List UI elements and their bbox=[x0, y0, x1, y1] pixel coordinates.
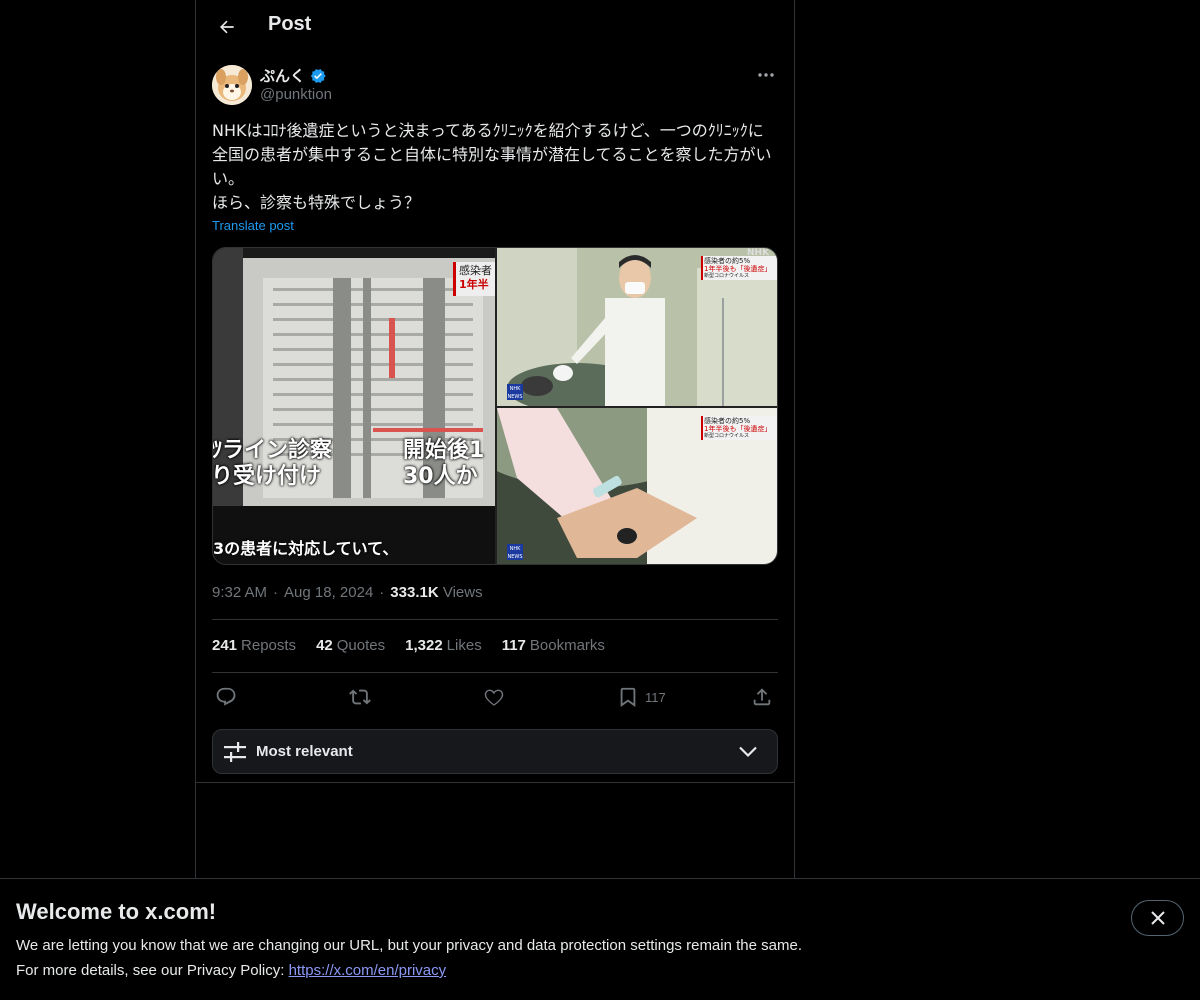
action-bar: 117 bbox=[212, 684, 778, 710]
badge-text: 感染者 bbox=[459, 264, 492, 277]
likes-stat[interactable]: 1,322 Likes bbox=[405, 637, 482, 654]
welcome-banner: Welcome to x.com! We are letting you kno… bbox=[0, 878, 1200, 1000]
media-image-bottom-right[interactable]: 感染者の約5% 1年半後も「後遺症」 新型コロナウイルス NHK NEWS bbox=[467, 388, 777, 564]
quotes-label: Quotes bbox=[336, 637, 386, 654]
badge-text: 新型コロナウイルス bbox=[704, 273, 750, 279]
repost-icon bbox=[349, 689, 371, 705]
heart-icon bbox=[484, 689, 504, 706]
nhk-logo-icon: NHK NEWS bbox=[507, 384, 523, 400]
quotes-stat[interactable]: 42 Quotes bbox=[316, 637, 385, 654]
user-handle[interactable]: @punktion bbox=[260, 86, 332, 103]
reposts-label: Reposts bbox=[241, 637, 297, 654]
arrow-left-icon bbox=[220, 20, 234, 34]
sliders-icon bbox=[224, 742, 246, 762]
caption-line: 30人か bbox=[403, 464, 478, 489]
monitor-image bbox=[213, 248, 495, 564]
more-options-button[interactable] bbox=[754, 65, 778, 85]
name-line: ぷんく bbox=[260, 65, 327, 86]
banner-privacy-prefix: For more details, see our Privacy Policy… bbox=[16, 962, 289, 979]
caption-line: 開始後1 bbox=[403, 438, 485, 463]
badge-text: 1年半 bbox=[459, 278, 489, 291]
privacy-policy-link[interactable]: https://x.com/en/privacy bbox=[289, 962, 447, 979]
reposts-count: 241 bbox=[212, 637, 238, 654]
close-banner-button[interactable] bbox=[1131, 900, 1184, 936]
sort-label: Most relevant bbox=[256, 743, 353, 760]
reply-icon bbox=[216, 687, 236, 706]
header: Post bbox=[196, 0, 794, 53]
likes-label: Likes bbox=[446, 637, 482, 654]
badge-text: 感染者の約5% bbox=[704, 257, 751, 265]
banner-privacy-line: For more details, see our Privacy Policy… bbox=[16, 962, 446, 979]
media-image-left[interactable]: 感染者 1年半 ﾂライン診察 り受け付け 開始後1 30人か 3の患者に対応して… bbox=[212, 248, 495, 564]
news-badge-left: 感染者 1年半 bbox=[459, 264, 492, 292]
verified-badge-icon bbox=[310, 68, 326, 83]
divider bbox=[212, 672, 778, 673]
banner-message: We are letting you know that we are chan… bbox=[16, 937, 802, 954]
avatar[interactable] bbox=[212, 65, 252, 105]
column-bottom-border bbox=[196, 782, 794, 783]
divider bbox=[212, 720, 778, 721]
display-name[interactable]: ぷんく bbox=[260, 65, 305, 86]
nhk-logo-icon: NHK NEWS bbox=[507, 544, 523, 560]
repost-button[interactable] bbox=[349, 684, 371, 710]
share-icon bbox=[753, 688, 771, 706]
post-time[interactable]: 9:32 AM bbox=[212, 584, 267, 601]
page: Post ぷんく @punktion NHKはｺﾛﾅ後遺症というと決まってあるｸ… bbox=[0, 0, 1200, 1000]
author-row: ぷんく @punktion bbox=[212, 65, 778, 107]
quotes-count: 42 bbox=[316, 637, 333, 654]
media-grid: 感染者 1年半 ﾂライン診察 り受け付け 開始後1 30人か 3の患者に対応して… bbox=[212, 247, 778, 565]
reply-button[interactable] bbox=[215, 684, 237, 710]
more-dots-icon bbox=[758, 73, 774, 77]
badge-text: 新型コロナウイルス bbox=[704, 433, 750, 439]
views-label: Views bbox=[442, 584, 483, 601]
post-date[interactable]: Aug 18, 2024 bbox=[284, 584, 373, 601]
caption-left-bottom: 3の患者に対応していて、 bbox=[213, 539, 399, 558]
caption-left-b: 開始後1 30人か bbox=[403, 438, 484, 490]
news-badge-bottom-right: 感染者の約5% 1年半後も「後遺症」 新型コロナウイルス bbox=[704, 417, 771, 439]
like-button[interactable] bbox=[483, 684, 505, 710]
media-image-top-right[interactable]: 感染者の約5% 1年半後も「後遺症」 新型コロナウイルス NHK NHK NEW… bbox=[497, 248, 777, 413]
meta-separator: · bbox=[273, 584, 279, 601]
bookmark-button[interactable]: 117 bbox=[617, 684, 666, 710]
share-button[interactable] bbox=[751, 684, 773, 710]
likes-count: 1,322 bbox=[405, 637, 443, 654]
reposts-stat[interactable]: 241 Reposts bbox=[212, 637, 296, 654]
caption-left-a: ﾂライン診察 り受け付け bbox=[212, 438, 333, 490]
views-count: 333.1K bbox=[390, 584, 439, 601]
post-column: Post ぷんく @punktion NHKはｺﾛﾅ後遺症というと決まってあるｸ… bbox=[195, 0, 795, 1000]
bookmark-icon bbox=[620, 687, 636, 707]
bookmark-count: 117 bbox=[645, 689, 666, 705]
avatar-image bbox=[212, 65, 252, 105]
engagement-stats: 241 Reposts 42 Quotes 1,322 Likes 117 Bookma… bbox=[212, 637, 605, 654]
bookmarks-stat[interactable]: 117 Bookmarks bbox=[502, 637, 605, 654]
post-meta: 9:32 AM · Aug 18, 2024 · 333.1K Views bbox=[212, 584, 483, 601]
caption-line: り受け付け bbox=[212, 464, 322, 489]
banner-title: Welcome to x.com! bbox=[16, 899, 217, 924]
news-badge-top-right: 感染者の約5% 1年半後も「後遺症」 新型コロナウイルス bbox=[704, 257, 771, 279]
nhk-corner-text: NHK bbox=[747, 248, 770, 258]
bookmarks-label: Bookmarks bbox=[529, 637, 605, 654]
bookmarks-count: 117 bbox=[501, 637, 526, 654]
sort-replies-dropdown[interactable]: Most relevant bbox=[212, 729, 778, 774]
badge-text: 1年半後も「後遺症」 bbox=[704, 265, 772, 273]
divider bbox=[212, 619, 778, 620]
back-button[interactable] bbox=[212, 12, 242, 42]
chevron-down-icon bbox=[739, 746, 757, 758]
translate-post-link[interactable]: Translate post bbox=[212, 218, 294, 233]
caption-line: ﾂライン診察 bbox=[212, 438, 333, 463]
page-title: Post bbox=[268, 13, 312, 35]
post-text: NHKはｺﾛﾅ後遺症というと決まってあるｸﾘﾆｯｸを紹介するけど、一つのｸﾘﾆｯ… bbox=[212, 121, 772, 212]
close-icon bbox=[1150, 911, 1165, 925]
badge-text: 1年半後も「後遺症」 bbox=[704, 425, 772, 433]
meta-separator: · bbox=[379, 584, 385, 601]
badge-text: 感染者の約5% bbox=[704, 417, 751, 425]
